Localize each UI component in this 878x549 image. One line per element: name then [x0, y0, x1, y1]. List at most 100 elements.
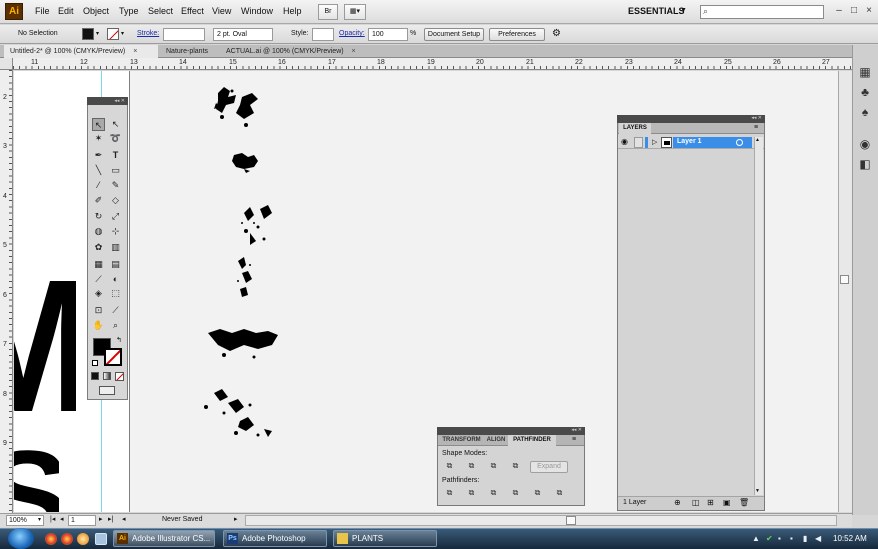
last-artboard-icon[interactable]: ▸| [108, 515, 113, 523]
menu-select[interactable]: Select [148, 6, 173, 16]
close-icon[interactable]: × [862, 5, 876, 18]
tab-layers[interactable]: LAYERS [619, 123, 651, 134]
target-circle-icon[interactable] [736, 139, 743, 146]
pencil-tool-icon[interactable]: ✎ [109, 179, 122, 192]
color-mode-icon[interactable] [91, 372, 99, 380]
stroke-swatch[interactable] [107, 28, 119, 40]
menu-edit[interactable]: Edit [58, 6, 74, 16]
tab-align[interactable]: ALIGN [485, 435, 507, 446]
layers-collapse-icon[interactable]: ◂◂ ✕ [740, 115, 762, 123]
tab-nature-plants[interactable]: Nature-plants [160, 45, 218, 58]
document-setup-button[interactable]: Document Setup [424, 28, 484, 41]
first-artboard-icon[interactable]: |◂ [50, 515, 55, 523]
screen-mode-icon[interactable] [99, 386, 115, 395]
stroke-label[interactable]: Stroke: [137, 30, 159, 37]
line-tool-icon[interactable]: ╲ [92, 164, 105, 177]
live-paint-selection-tool-icon[interactable]: ⬚ [109, 287, 122, 300]
horizontal-scroll-thumb[interactable] [566, 516, 576, 525]
status-menu-arrow-icon[interactable]: ▸ [234, 515, 238, 523]
panel-menu-icon[interactable]: ≡ [754, 124, 758, 131]
delete-layer-icon[interactable]: 🗑 [739, 498, 749, 507]
chrome-icon[interactable] [45, 533, 57, 545]
lock-toggle[interactable] [634, 137, 643, 148]
slice-tool-icon[interactable]: ⟋ [109, 304, 122, 317]
tab-untitled-2[interactable]: Untitled-2* @ 100% (CMYK/Preview) × [4, 45, 158, 58]
tab-close-icon[interactable]: × [352, 48, 356, 55]
artwork-letter-s[interactable]: S [14, 443, 59, 512]
taskbar-photoshop[interactable]: Ps Adobe Photoshop [223, 530, 327, 547]
appearance-icon[interactable]: ◉ [856, 136, 874, 152]
minus-back-icon[interactable]: ⧉ [554, 488, 565, 498]
artboard-number-field[interactable]: 1 [68, 515, 96, 526]
tray-app-icon[interactable]: ▪ [778, 534, 781, 543]
menu-view[interactable]: View [212, 6, 231, 16]
signal-icon[interactable]: ▮ [803, 534, 807, 543]
tab-transform[interactable]: TRANSFORM [439, 435, 484, 446]
fill-swatch[interactable] [82, 28, 94, 40]
taskbar-plants-folder[interactable]: PLANTS [333, 530, 437, 547]
volume-icon[interactable]: ◀ [815, 534, 821, 543]
vertical-scroll-thumb[interactable] [840, 275, 849, 284]
graphic-style-swatch[interactable] [312, 28, 334, 41]
menu-type[interactable]: Type [119, 6, 139, 16]
warp-tool-icon[interactable]: ◍ [92, 225, 105, 238]
artwork-letter-m[interactable]: M [14, 281, 76, 426]
none-mode-icon[interactable] [115, 372, 124, 381]
stroke-weight-field[interactable] [163, 28, 205, 41]
gradient-mode-icon[interactable] [103, 372, 111, 380]
tray-check-icon[interactable]: ✔ [766, 534, 773, 543]
divide-icon[interactable]: ⧉ [444, 488, 455, 498]
start-button[interactable] [8, 528, 34, 549]
scale-tool-icon[interactable]: ⤢ [109, 210, 122, 223]
make-clipping-mask-icon[interactable]: ◫ [692, 498, 700, 507]
arrange-icon[interactable]: ⚙ [552, 28, 561, 39]
preferences-button[interactable]: Preferences [489, 28, 545, 41]
intersect-icon[interactable]: ⧉ [488, 461, 499, 471]
scroll-up-icon[interactable]: ▲ [755, 137, 760, 143]
minus-front-icon[interactable]: ⧉ [466, 461, 477, 471]
help-search-input[interactable] [700, 5, 824, 19]
opacity-label[interactable]: Opacity: [339, 30, 365, 37]
tools-collapse-icon[interactable]: ◂◂ ✕ [90, 98, 125, 104]
status-options-icon[interactable]: ◂ [122, 515, 126, 523]
new-layer-icon[interactable]: ▣ [723, 498, 731, 507]
pathfinder-collapse-icon[interactable]: ◂◂ ✕ [560, 427, 582, 435]
visibility-eye-icon[interactable]: ◉ [621, 137, 628, 146]
workspace-chevron-down-icon[interactable]: ▼ [680, 7, 687, 14]
taskbar-illustrator[interactable]: Ai Adobe Illustrator CS... [113, 530, 215, 547]
layer-name[interactable]: Layer 1 [677, 138, 702, 145]
next-artboard-icon[interactable]: ▸ [99, 515, 103, 523]
workspace-switcher[interactable]: ESSENTIALS [628, 6, 685, 16]
blend-tool-icon[interactable]: ◐ [109, 273, 122, 286]
gradient-tool-icon[interactable]: ▤ [109, 258, 122, 271]
column-graph-tool-icon[interactable]: ▥ [109, 241, 122, 254]
tab-actual-ai[interactable]: ACTUAL.ai @ 100% (CMYK/Preview) × [220, 45, 388, 58]
direct-selection-tool-icon[interactable]: ↖ [109, 118, 122, 131]
eraser-tool-icon[interactable]: ◇ [109, 194, 122, 207]
zoom-dropdown-icon[interactable]: ▾ [38, 516, 41, 523]
illustrator-logo[interactable]: Ai [5, 3, 23, 20]
artboard-tool-icon[interactable]: ⊡ [92, 304, 105, 317]
vertical-ruler[interactable]: 2 3 4 5 6 7 8 9 [0, 70, 13, 513]
brush-definition-field[interactable]: 2 pt. Oval [213, 28, 273, 41]
layers-scrollbar[interactable] [754, 137, 763, 495]
symbol-sprayer-tool-icon[interactable]: ✿ [92, 241, 105, 254]
menu-window[interactable]: Window [241, 6, 273, 16]
scroll-down-icon[interactable]: ▼ [755, 488, 760, 494]
brushes-icon[interactable]: ♠ [856, 104, 874, 120]
plant-silhouettes[interactable] [184, 83, 284, 453]
merge-icon[interactable]: ⧉ [488, 488, 499, 498]
new-sublayer-icon[interactable]: ⊞ [707, 498, 714, 507]
pen-tool-icon[interactable]: ✒ [92, 149, 105, 162]
tab-pathfinder[interactable]: PATHFINDER [508, 435, 556, 446]
default-colors-icon[interactable] [92, 360, 98, 366]
paintbrush-tool-icon[interactable]: ⁄ [92, 179, 105, 192]
stroke-color-swatch[interactable] [104, 348, 122, 366]
previous-artboard-icon[interactable]: ◂ [60, 515, 64, 523]
zoom-tool-icon[interactable]: ⌕ [109, 319, 122, 332]
horizontal-scrollbar[interactable] [245, 515, 837, 526]
minimize-icon[interactable]: – [832, 5, 846, 18]
show-desktop-icon[interactable] [95, 533, 107, 545]
firefox-icon[interactable] [77, 533, 89, 545]
crop-icon[interactable]: ⧉ [510, 488, 521, 498]
